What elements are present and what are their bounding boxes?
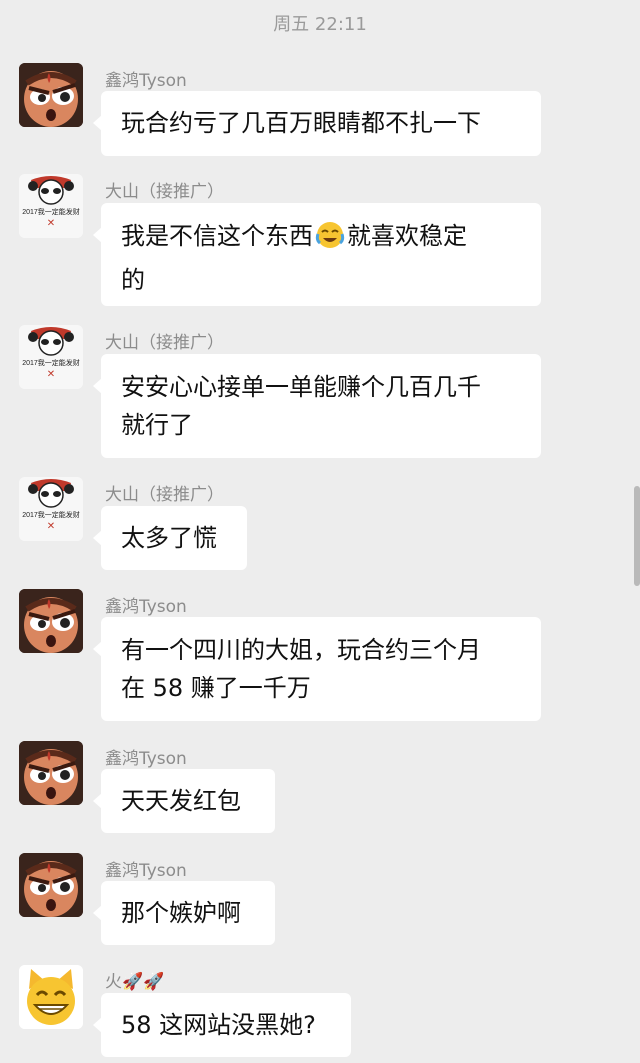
message-text: 我是不信这个东西	[121, 222, 313, 250]
sender-name: 鑫鸿Tyson	[105, 597, 187, 617]
message-text: 那个嫉妒啊	[121, 899, 241, 927]
scrollbar[interactable]	[634, 486, 640, 586]
sender-name: 大山（接推广）	[105, 182, 224, 202]
sender-name: 火🚀🚀	[105, 967, 164, 992]
avatar-grinning-cat-icon[interactable]	[19, 965, 83, 1029]
message-bubble[interactable]: 58 这网站没黑她?	[93, 993, 351, 1057]
message-text: 天天发红包	[121, 787, 241, 815]
sender-name-text: 火	[105, 972, 122, 992]
message-text: 太多了慌	[121, 524, 217, 552]
sender-name: 鑫鸿Tyson	[105, 749, 187, 769]
message-text: 就行了	[121, 411, 193, 439]
avatar-panda-meme-icon[interactable]: 2017我一定能发财 ✕	[19, 174, 83, 238]
message-bubble[interactable]: 天天发红包	[93, 769, 275, 833]
rocket-icon: 🚀🚀	[122, 972, 165, 992]
avatar-panda-meme-icon[interactable]: 2017我一定能发财 ✕	[19, 325, 83, 389]
message-bubble[interactable]: 我是不信这个东西 就喜欢稳定 的	[93, 203, 541, 306]
avatar-angry-cartoon-face-icon[interactable]	[19, 741, 83, 805]
avatar-angry-cartoon-face-icon[interactable]	[19, 589, 83, 653]
sender-name: 鑫鸿Tyson	[105, 71, 187, 91]
message-bubble[interactable]: 那个嫉妒啊	[93, 881, 275, 945]
message-text: 玩合约亏了几百万眼睛都不扎一下	[121, 109, 481, 137]
message-bubble[interactable]: 玩合约亏了几百万眼睛都不扎一下	[93, 91, 541, 156]
message-bubble[interactable]: 安安心心接单一单能赚个几百几千 就行了	[93, 354, 541, 458]
panda-caption: 2017我一定能发财	[22, 358, 80, 367]
message-text: 安安心心接单一单能赚个几百几千	[121, 373, 481, 401]
sender-name: 大山（接推广）	[105, 485, 224, 505]
svg-text:✕: ✕	[47, 521, 55, 532]
message-text: 的	[121, 266, 145, 294]
message-text: 就喜欢稳定	[347, 222, 467, 250]
panda-caption: 2017我一定能发财	[22, 510, 80, 519]
svg-text:✕: ✕	[47, 218, 55, 229]
panda-caption: 2017我一定能发财	[22, 207, 80, 216]
message-bubble[interactable]: 太多了慌	[93, 506, 247, 570]
crying-laughing-emoji-icon	[315, 220, 345, 261]
sender-name: 大山（接推广）	[105, 333, 224, 353]
message-text: 有一个四川的大姐，玩合约三个月	[121, 636, 481, 664]
avatar-angry-cartoon-face-icon[interactable]	[19, 63, 83, 127]
message-text: 在 58 赚了一千万	[121, 674, 311, 702]
chat-timestamp: 周五 22:11	[273, 14, 367, 35]
message-text: 58 这网站没黑她?	[121, 1011, 316, 1039]
avatar-angry-cartoon-face-icon[interactable]	[19, 853, 83, 917]
svg-text:✕: ✕	[47, 369, 55, 380]
sender-name: 鑫鸿Tyson	[105, 861, 187, 881]
message-bubble[interactable]: 有一个四川的大姐，玩合约三个月 在 58 赚了一千万	[93, 617, 541, 721]
avatar-panda-meme-icon[interactable]: 2017我一定能发财 ✕	[19, 477, 83, 541]
